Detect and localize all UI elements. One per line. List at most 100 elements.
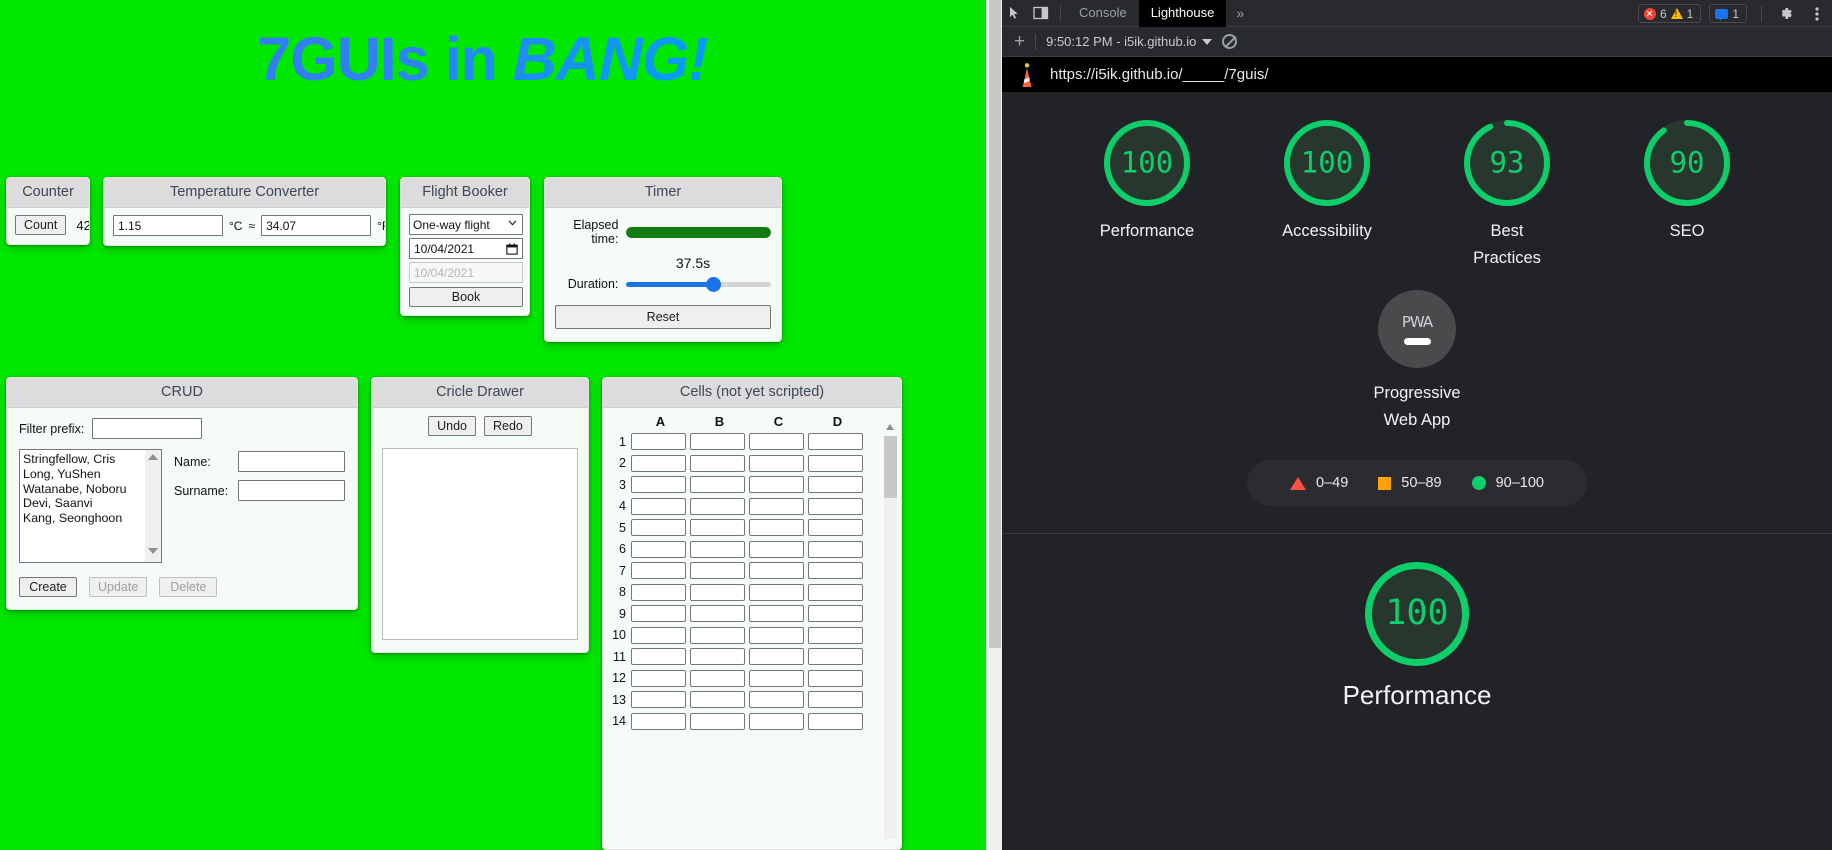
slider-thumb[interactable] <box>706 276 722 292</box>
cells-scroll-thumb[interactable] <box>884 436 897 498</box>
book-button[interactable]: Book <box>409 287 523 307</box>
delete-button[interactable]: Delete <box>159 577 218 597</box>
spreadsheet-cell[interactable] <box>690 433 745 451</box>
spreadsheet-cell[interactable] <box>690 669 745 687</box>
spreadsheet-cell[interactable] <box>690 712 745 730</box>
spreadsheet-cell[interactable] <box>749 626 804 644</box>
spreadsheet-cell[interactable] <box>808 454 863 472</box>
spreadsheet-cell[interactable] <box>808 626 863 644</box>
celsius-input[interactable] <box>113 215 223 236</box>
more-tabs-icon[interactable]: » <box>1226 5 1254 21</box>
name-input[interactable] <box>238 451 345 472</box>
spreadsheet-cell[interactable] <box>749 691 804 709</box>
spreadsheet-cell[interactable] <box>749 519 804 537</box>
messages-badge[interactable]: 1 <box>1709 4 1747 23</box>
spreadsheet-cell[interactable] <box>749 583 804 601</box>
tab-console[interactable]: Console <box>1067 0 1139 27</box>
inspect-element-icon[interactable] <box>1002 6 1028 21</box>
score-gauge[interactable]: 90 SEO <box>1623 120 1751 272</box>
more-options-icon[interactable] <box>1802 6 1832 22</box>
spreadsheet-cell[interactable] <box>808 669 863 687</box>
spreadsheet-cell[interactable] <box>631 605 686 623</box>
spreadsheet-cell[interactable] <box>808 519 863 537</box>
run-selector[interactable]: 9:50:12 PM - i5ik.github.io <box>1046 34 1213 49</box>
people-list[interactable]: Stringfellow, Cris Long, YuShen Watanabe, … <box>20 450 161 526</box>
issues-badge[interactable]: 6 1 <box>1637 4 1702 23</box>
spreadsheet-cell[interactable] <box>749 476 804 494</box>
cells-scroll-up-icon[interactable] <box>886 424 894 430</box>
score-gauge[interactable]: 93 Best Practices <box>1443 120 1571 272</box>
spreadsheet-cell[interactable] <box>749 540 804 558</box>
spreadsheet-cell[interactable] <box>690 626 745 644</box>
list-item[interactable]: Stringfellow, Cris <box>23 452 161 467</box>
spreadsheet-cell[interactable] <box>749 605 804 623</box>
spreadsheet-cell[interactable] <box>808 476 863 494</box>
spreadsheet-cell[interactable] <box>808 712 863 730</box>
scroll-up-icon[interactable] <box>148 454 158 460</box>
spreadsheet-cell[interactable] <box>808 497 863 515</box>
people-listbox[interactable]: Stringfellow, Cris Long, YuShen Watanabe, … <box>19 449 162 563</box>
redo-button[interactable]: Redo <box>484 416 532 436</box>
spreadsheet-cell[interactable] <box>808 433 863 451</box>
spreadsheet-cell[interactable] <box>749 669 804 687</box>
spreadsheet-cell[interactable] <box>690 562 745 580</box>
spreadsheet-cell[interactable] <box>749 433 804 451</box>
surname-input[interactable] <box>238 480 345 501</box>
page-scrollbar[interactable] <box>986 0 1002 850</box>
score-gauge[interactable]: 100 Accessibility <box>1263 120 1391 272</box>
list-item[interactable]: Watanabe, Noboru <box>23 482 161 497</box>
spreadsheet-cell[interactable] <box>690 476 745 494</box>
toggle-device-toolbar-icon[interactable] <box>1028 6 1054 20</box>
settings-gear-icon[interactable] <box>1768 5 1802 22</box>
list-item[interactable]: Kang, Seonghoon <box>23 511 161 526</box>
spreadsheet-cell[interactable] <box>749 562 804 580</box>
spreadsheet-cell[interactable] <box>631 540 686 558</box>
spreadsheet-cell[interactable] <box>631 519 686 537</box>
spreadsheet-cell[interactable] <box>631 454 686 472</box>
spreadsheet-cell[interactable] <box>631 497 686 515</box>
chevron-down-icon[interactable] <box>1202 38 1213 45</box>
spreadsheet-cell[interactable] <box>749 454 804 472</box>
score-gauge[interactable]: 100 Performance <box>1083 120 1211 272</box>
report-url[interactable]: https://i5ik.github.io/_____/7guis/ <box>1050 66 1268 83</box>
spreadsheet-cell[interactable] <box>808 691 863 709</box>
spreadsheet-cell[interactable] <box>631 626 686 644</box>
spreadsheet-cell[interactable] <box>808 605 863 623</box>
spreadsheet-cell[interactable] <box>631 583 686 601</box>
scroll-down-icon[interactable] <box>148 548 158 554</box>
duration-slider[interactable] <box>626 276 771 292</box>
spreadsheet-cell[interactable] <box>631 669 686 687</box>
filter-prefix-input[interactable] <box>92 418 203 439</box>
people-list-scrollbar[interactable] <box>145 450 161 562</box>
spreadsheet-cell[interactable] <box>690 497 745 515</box>
spreadsheet-cell[interactable] <box>631 712 686 730</box>
spreadsheet-cell[interactable] <box>631 433 686 451</box>
clear-all-icon[interactable] <box>1222 34 1238 49</box>
spreadsheet-cell[interactable] <box>631 476 686 494</box>
tab-lighthouse[interactable]: Lighthouse <box>1138 0 1227 27</box>
create-button[interactable]: Create <box>19 577 77 597</box>
list-item[interactable]: Long, YuShen <box>23 467 161 482</box>
page-scrollbar-thumb[interactable] <box>989 0 1001 648</box>
undo-button[interactable]: Undo <box>428 416 476 436</box>
spreadsheet-cell[interactable] <box>631 691 686 709</box>
spreadsheet-cell[interactable] <box>749 497 804 515</box>
fahrenheit-input[interactable] <box>261 215 372 236</box>
spreadsheet-cell[interactable] <box>690 648 745 666</box>
reset-button[interactable]: Reset <box>555 305 771 329</box>
spreadsheet-cell[interactable] <box>631 562 686 580</box>
pwa-badge-block[interactable]: PWA Progressive Web App <box>1002 290 1832 434</box>
update-button[interactable]: Update <box>89 577 148 597</box>
spreadsheet-cell[interactable] <box>808 562 863 580</box>
spreadsheet-cell[interactable] <box>690 583 745 601</box>
return-date-field[interactable]: 10/04/2021 <box>409 262 523 283</box>
new-audit-button[interactable]: + <box>1014 32 1025 51</box>
spreadsheet-cell[interactable] <box>690 519 745 537</box>
pwa-badge[interactable]: PWA <box>1378 290 1456 368</box>
spreadsheet-cell[interactable] <box>749 648 804 666</box>
spreadsheet-cell[interactable] <box>690 605 745 623</box>
spreadsheet-cell[interactable] <box>631 648 686 666</box>
count-button[interactable]: Count <box>15 215 67 235</box>
circle-drawing-canvas[interactable] <box>382 448 578 640</box>
list-item[interactable]: Devi, Saanvi <box>23 496 161 511</box>
